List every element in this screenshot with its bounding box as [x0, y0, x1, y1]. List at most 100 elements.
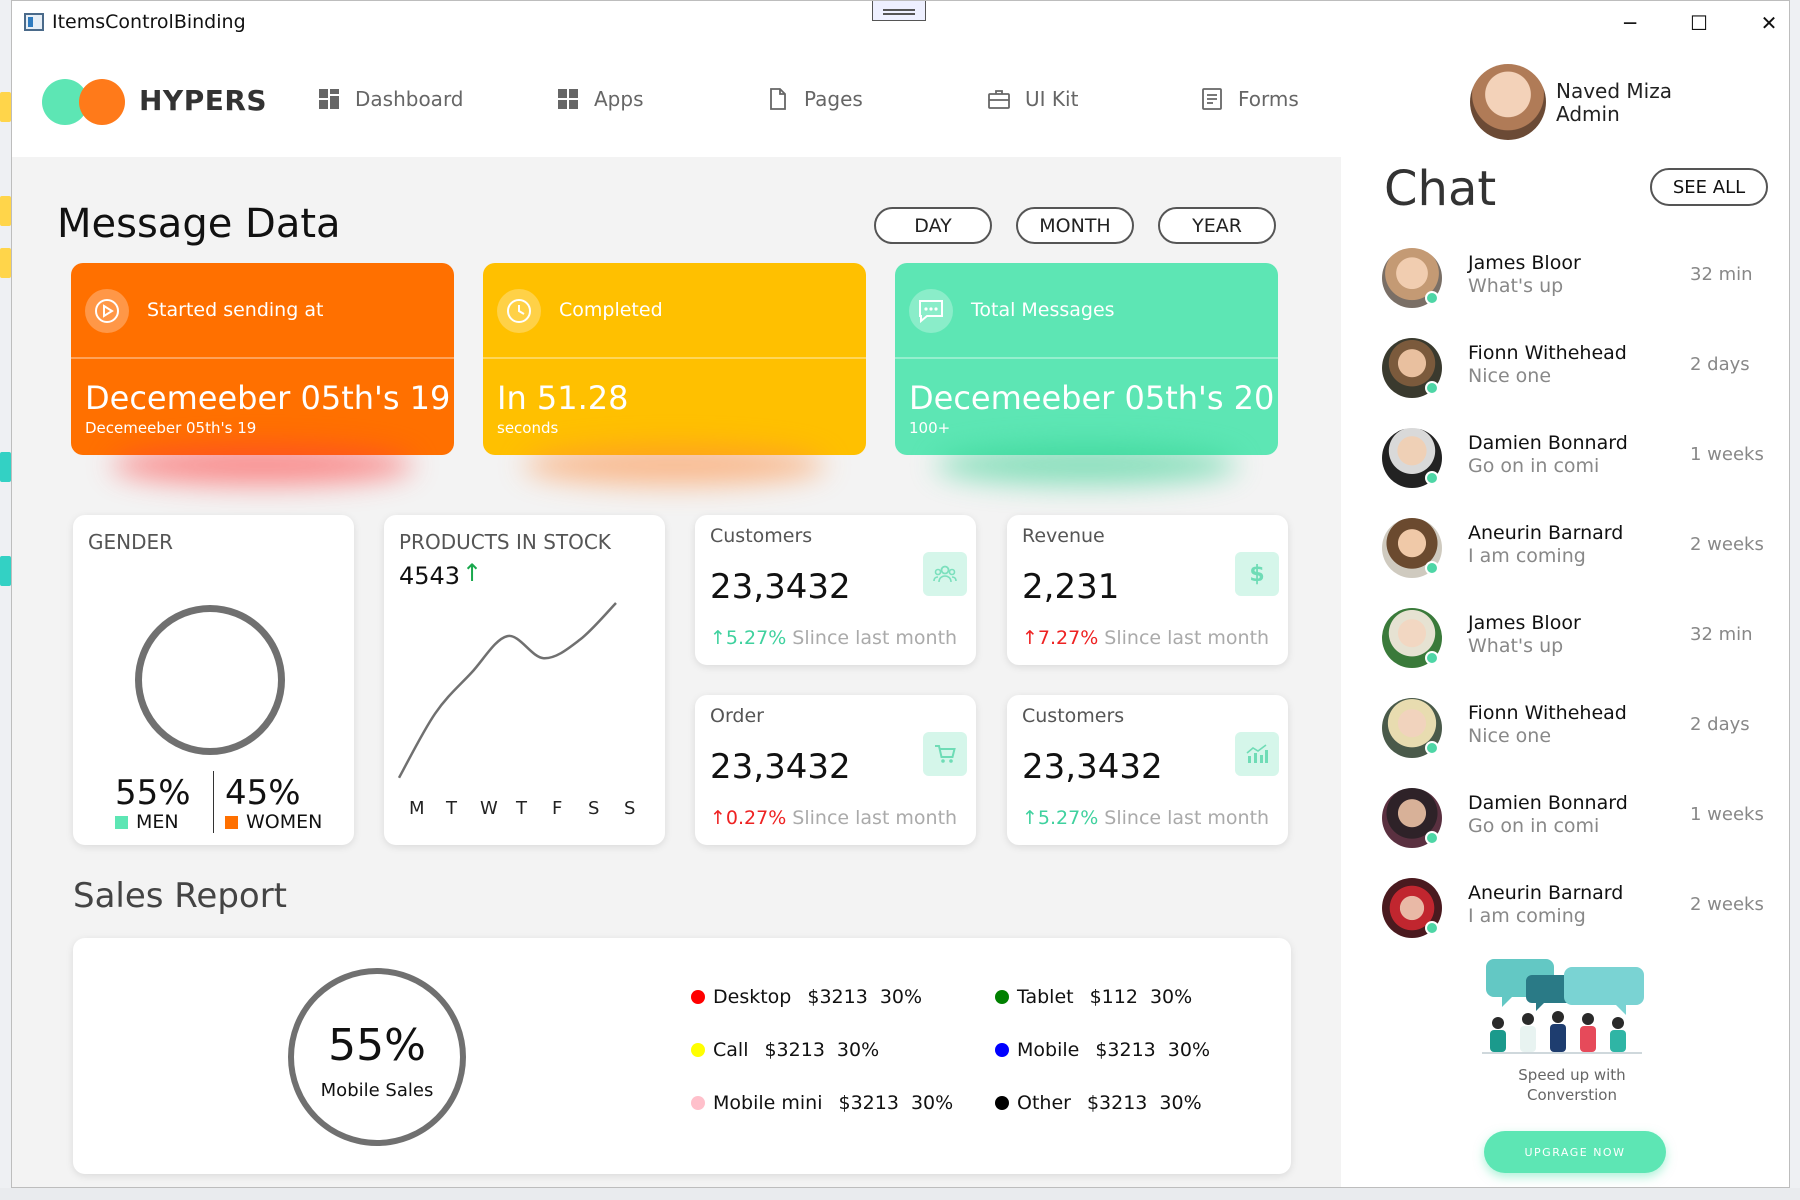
chat-time: 1 weeks	[1690, 804, 1764, 825]
minimize-button[interactable]: ─	[1600, 5, 1660, 41]
chat-list-item[interactable]: Aneurin Barnard I am coming 2 weeks	[1382, 878, 1782, 956]
customers-stat-card-2: Customers 23,3432 ↑5.27% Slince last mont…	[1007, 695, 1288, 845]
stat-title: Revenue	[1022, 525, 1105, 547]
chat-list-item[interactable]: Damien Bonnard Go on in comi 1 weeks	[1382, 428, 1782, 506]
chat-name: Aneurin Barnard	[1468, 882, 1624, 904]
legend-dot	[691, 1043, 705, 1057]
card-value: In 51.28	[497, 379, 629, 417]
chat-list-item[interactable]: Damien Bonnard Go on in comi 1 weeks	[1382, 788, 1782, 866]
chat-title: Chat	[1384, 161, 1497, 217]
women-legend: WOMEN	[225, 811, 322, 833]
chat-list-item[interactable]: James Bloor What's up 32 min	[1382, 248, 1782, 326]
window-title: ItemsControlBinding	[52, 11, 246, 33]
chat-list-item[interactable]: Fionn Withehead Nice one 2 days	[1382, 698, 1782, 776]
app-window-icon	[24, 13, 44, 31]
dashboard-icon	[319, 89, 339, 109]
dock-handle[interactable]	[872, 1, 926, 21]
maximize-button[interactable]: ☐	[1669, 5, 1729, 41]
chat-message: What's up	[1468, 635, 1564, 657]
month-button[interactable]: MONTH	[1016, 207, 1134, 244]
chat-message: What's up	[1468, 275, 1564, 297]
nav-ui-kit[interactable]: UI Kit	[987, 87, 1078, 111]
women-label: WOMEN	[246, 811, 323, 833]
chat-list-item[interactable]: Fionn Withehead Nice one 2 days	[1382, 338, 1782, 416]
promo-line-1: Speed up with	[1518, 1066, 1626, 1084]
chat-time: 2 days	[1690, 354, 1750, 375]
legend-name: Tablet	[1017, 986, 1074, 1008]
nav-dashboard[interactable]: Dashboard	[317, 87, 464, 111]
legend-dot	[995, 990, 1009, 1004]
stock-line	[397, 602, 617, 779]
card-subtext: seconds	[497, 419, 559, 437]
card-subtext: Decemeeber 05th's 19	[85, 419, 257, 437]
nav-forms[interactable]: Forms	[1200, 87, 1299, 111]
close-button[interactable]: ✕	[1739, 5, 1789, 41]
men-legend: MEN	[115, 811, 179, 833]
chat-list-item[interactable]: James Bloor What's up 32 min	[1382, 608, 1782, 686]
legend-desktop: Desktop $3213 30%	[691, 986, 922, 1008]
desktop-marker	[0, 92, 11, 122]
year-button[interactable]: YEAR	[1158, 207, 1276, 244]
chat-name: James Bloor	[1468, 612, 1581, 634]
stock-value: 4543	[399, 562, 461, 590]
card-glow	[523, 445, 826, 485]
upgrade-now-button[interactable]: UPGRAGE NOW	[1484, 1131, 1666, 1173]
online-status-dot	[1425, 561, 1439, 575]
see-all-button[interactable]: SEE ALL	[1650, 168, 1768, 206]
legend-dot	[995, 1096, 1009, 1110]
day-label: W	[480, 798, 498, 819]
message-card-completed: Completed In 51.28 seconds	[483, 263, 866, 485]
men-swatch	[115, 815, 128, 829]
trend-up-icon: ↑	[1022, 627, 1038, 649]
sales-ring-chart: 55% Mobile Sales	[288, 968, 466, 1146]
user-avatar[interactable]	[1470, 64, 1546, 140]
stat-value: 23,3432	[710, 747, 851, 787]
legend-amount: $3213	[807, 986, 868, 1008]
nav-label: UI Kit	[1025, 87, 1079, 111]
stat-since: Slince last month	[1104, 627, 1270, 649]
user-role: Admin	[1556, 102, 1620, 126]
dollar-icon: $	[1235, 552, 1279, 596]
day-label: S	[588, 798, 600, 819]
stat-since: Slince last month	[792, 627, 958, 649]
gender-title: GENDER	[88, 530, 174, 554]
sales-label: Mobile Sales	[320, 1080, 434, 1101]
legend-percent: 30%	[836, 1039, 880, 1061]
stat-delta-value: 7.27%	[1037, 627, 1099, 649]
card-glow	[111, 445, 414, 485]
play-icon	[85, 289, 129, 333]
legend-dot	[691, 990, 705, 1004]
chat-time: 2 weeks	[1690, 534, 1764, 555]
desktop-marker	[0, 248, 11, 278]
bar-chart-icon	[1235, 732, 1279, 776]
chat-name: Fionn Withehead	[1468, 702, 1627, 724]
stat-delta: ↑7.27% Slince last month	[1022, 627, 1269, 649]
day-label: F	[552, 798, 563, 819]
legend-mobile: Mobile $3213 30%	[995, 1039, 1210, 1061]
stat-title: Order	[710, 705, 764, 727]
customers-stat-card: Customers 23,3432 ↑5.27% Slince last mont…	[695, 515, 976, 665]
brand-name: HYPERS	[139, 84, 268, 117]
legend-percent: 30%	[1167, 1039, 1211, 1061]
products-in-stock-card: PRODUCTS IN STOCK 4543 ↑ M T W T F S S	[384, 515, 665, 845]
legend-percent: 30%	[1149, 986, 1193, 1008]
trend-up-icon: ↑	[1022, 807, 1038, 829]
trend-up-icon: ↑	[710, 807, 726, 829]
legend-percent: 30%	[879, 986, 923, 1008]
day-button[interactable]: DAY	[874, 207, 992, 244]
nav-label: Forms	[1238, 87, 1299, 111]
nav-apps[interactable]: Apps	[556, 87, 644, 111]
message-card-started: Started sending at Decemeeber 05th's 19 …	[71, 263, 454, 485]
nav-pages[interactable]: Pages	[766, 87, 863, 111]
chat-bubble-icon	[909, 289, 953, 333]
online-status-dot	[1425, 291, 1439, 305]
chat-message: Go on in comi	[1468, 815, 1600, 837]
legend-amount: $3213	[1086, 1092, 1148, 1114]
chat-list-item[interactable]: Aneurin Barnard I am coming 2 weeks	[1382, 518, 1782, 596]
sales-report-title: Sales Report	[73, 876, 288, 916]
card-value: Decemeeber 05th's 19	[85, 379, 451, 417]
stat-delta-value: 0.27%	[725, 807, 787, 829]
legend-dot	[995, 1043, 1009, 1057]
promo-text: Speed up with Converstion	[1492, 1065, 1652, 1105]
card-label: Total Messages	[971, 299, 1115, 321]
